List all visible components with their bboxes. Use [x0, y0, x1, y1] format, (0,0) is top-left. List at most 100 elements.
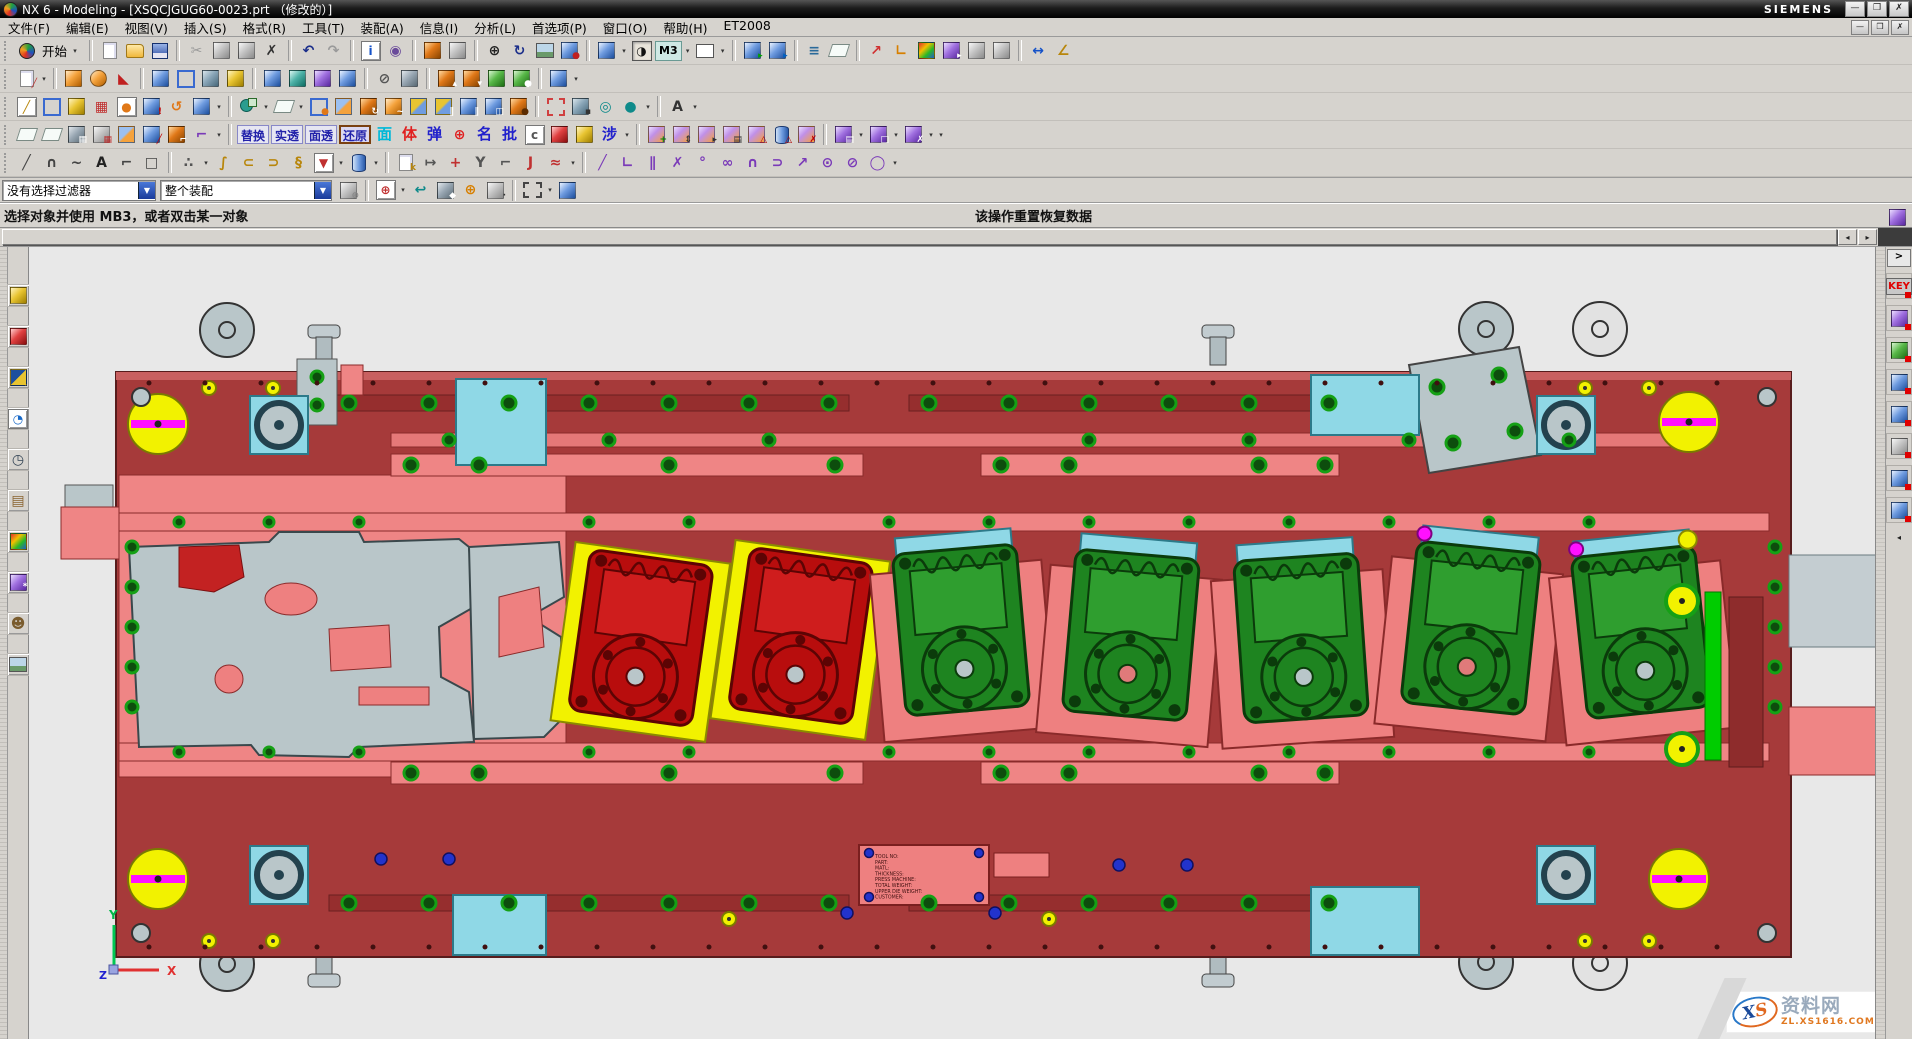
hide-component-icon[interactable]: ▸ [766, 39, 789, 62]
zoom-icon[interactable]: ⊕ [483, 39, 506, 62]
center-mark-icon[interactable]: ⊕ [448, 123, 471, 146]
sensor-bar[interactable] [1705, 592, 1721, 760]
move-component-icon[interactable]: + [645, 123, 668, 146]
gold-solid-icon[interactable] [573, 123, 596, 146]
dimension-icon[interactable]: A [666, 95, 689, 118]
delete-icon[interactable]: ✗ [260, 39, 283, 62]
edit-curve-3-icon[interactable]: ⊃ [262, 151, 285, 174]
chevron-down-icon[interactable]: ▾ [619, 47, 629, 55]
stock-guide-rail-upper[interactable] [119, 513, 1769, 531]
wave-link-icon[interactable]: ▤ [832, 123, 855, 146]
fillet-curve-icon[interactable]: Y [469, 151, 492, 174]
raw-block-icon[interactable]: ▪ [569, 95, 592, 118]
stock-feed-stub[interactable] [61, 507, 119, 559]
arc-icon[interactable]: ∩ [40, 151, 63, 174]
datum-axis-icon[interactable]: ◣ [112, 67, 135, 90]
punch-library-icon[interactable] [1886, 305, 1912, 331]
toolbar-handle[interactable] [4, 69, 11, 89]
work-layer-icon[interactable] [828, 39, 851, 62]
toolbar-handle[interactable] [4, 125, 11, 145]
select-body-icon[interactable] [990, 39, 1013, 62]
rectangle-icon[interactable]: □ [140, 151, 163, 174]
ball-feature-icon[interactable]: ● [115, 95, 138, 118]
extract-curve-icon[interactable]: ▼ [312, 151, 335, 174]
sketch-arrow-icon[interactable]: ↗ [791, 151, 814, 174]
trim-sheet-icon[interactable]: ╱ [140, 123, 163, 146]
rectangle-select-icon[interactable] [521, 179, 544, 202]
internet-explorer-icon[interactable]: ◔ [7, 407, 30, 430]
bracket-library-icon[interactable] [1886, 369, 1912, 395]
isometric-view-icon[interactable] [595, 39, 618, 62]
selection-scope-combo[interactable]: 整个装配 ▼ [160, 180, 332, 201]
shaded-display-icon[interactable] [149, 67, 172, 90]
visualization-icon[interactable] [7, 530, 30, 553]
chevron-down-icon[interactable]: ▾ [336, 159, 346, 167]
sheet-metal-strip[interactable] [129, 532, 564, 757]
chevron-down-icon[interactable]: ▾ [718, 47, 728, 55]
save-icon[interactable] [148, 39, 171, 62]
menu-tools[interactable]: 工具(T) [294, 18, 352, 37]
mdi-restore-button[interactable]: ❒ [1871, 20, 1889, 35]
paste-icon[interactable] [235, 39, 258, 62]
chevron-down-icon[interactable]: ▼ [314, 182, 331, 199]
spring-tool-icon[interactable]: 弹 [423, 123, 446, 146]
face-display-icon[interactable]: 面 [373, 123, 396, 146]
block-icon[interactable] [62, 67, 85, 90]
erase-highlight-icon[interactable]: ◆ [434, 179, 457, 202]
key-library-icon[interactable]: KEY [1886, 273, 1912, 299]
hole-icon[interactable]: ● [507, 95, 530, 118]
horizontal-scrollbar[interactable]: ◂ ▸ [0, 228, 1912, 247]
chevron-down-icon[interactable]: ▾ [890, 159, 900, 167]
view-option-2-icon[interactable] [286, 67, 309, 90]
pmi-icon[interactable] [398, 67, 421, 90]
toolbar-handle[interactable] [4, 97, 11, 117]
lower-order-icon[interactable]: ▾ [460, 67, 483, 90]
select-component-icon[interactable]: ▸ [940, 39, 963, 62]
close-button[interactable]: ✗ [1889, 1, 1909, 17]
solid-translucent-button[interactable]: 实透 [271, 125, 303, 144]
sketch-circle-point-icon[interactable]: ⊙ [816, 151, 839, 174]
dialog-icon[interactable] [446, 39, 469, 62]
synchronize-icon[interactable] [547, 67, 570, 90]
bend-surface-icon[interactable]: ⌐ [165, 123, 188, 146]
die-station-2[interactable] [711, 540, 891, 740]
chevron-down-icon[interactable]: ▾ [398, 186, 408, 194]
edit-curve-4-icon[interactable]: § [287, 151, 310, 174]
chevron-down-icon[interactable]: ▾ [643, 103, 653, 111]
view-option-4-icon[interactable] [336, 67, 359, 90]
layer-settings-icon[interactable]: ≡ [803, 39, 826, 62]
cut-icon[interactable]: ✂ [185, 39, 208, 62]
chevron-down-icon[interactable]: ▾ [683, 47, 693, 55]
history-icon[interactable]: ◷ [7, 448, 30, 471]
line-icon[interactable]: ╱ [15, 151, 38, 174]
pan-icon[interactable] [533, 39, 556, 62]
edit-curve-2-icon[interactable]: ⊂ [237, 151, 260, 174]
drag-component-icon[interactable]: ▸ [695, 123, 718, 146]
redo-icon[interactable]: ↷ [322, 39, 345, 62]
wireframe-display-icon[interactable] [174, 67, 197, 90]
start-button[interactable]: 开始▾ [16, 40, 83, 61]
datum-csys-icon[interactable]: ● [307, 95, 330, 118]
body-display-icon[interactable]: 体 [398, 123, 421, 146]
view-option-1-icon[interactable] [261, 67, 284, 90]
strip-exit-gray[interactable] [1789, 555, 1875, 647]
sketch-point-circle-icon[interactable]: ° [691, 151, 714, 174]
maximize-button[interactable]: ❒ [1867, 1, 1887, 17]
chevron-down-icon[interactable]: ▾ [571, 75, 581, 83]
section-body-icon[interactable] [65, 95, 88, 118]
key-curve-icon[interactable]: k [394, 151, 417, 174]
sketch-ellipse-icon[interactable]: ◯ [866, 151, 889, 174]
sketch-axes-icon[interactable]: ∟ [616, 151, 639, 174]
information-icon[interactable]: i [359, 39, 382, 62]
chevron-down-icon[interactable]: ▾ [261, 103, 271, 111]
copy-icon[interactable] [210, 39, 233, 62]
restore-button[interactable]: 还原 [339, 125, 371, 144]
sheet-surface-icon[interactable] [15, 123, 38, 146]
extrude-icon[interactable] [332, 95, 355, 118]
snap-end-icon[interactable]: · [484, 179, 507, 202]
find-component-icon[interactable]: ◉ [384, 39, 407, 62]
scene-editor-icon[interactable]: * [7, 571, 30, 594]
chevron-down-icon[interactable]: ▾ [39, 75, 49, 83]
die-button-library-icon[interactable] [1886, 337, 1912, 363]
edit-curve-1-icon[interactable]: ∫ [212, 151, 235, 174]
